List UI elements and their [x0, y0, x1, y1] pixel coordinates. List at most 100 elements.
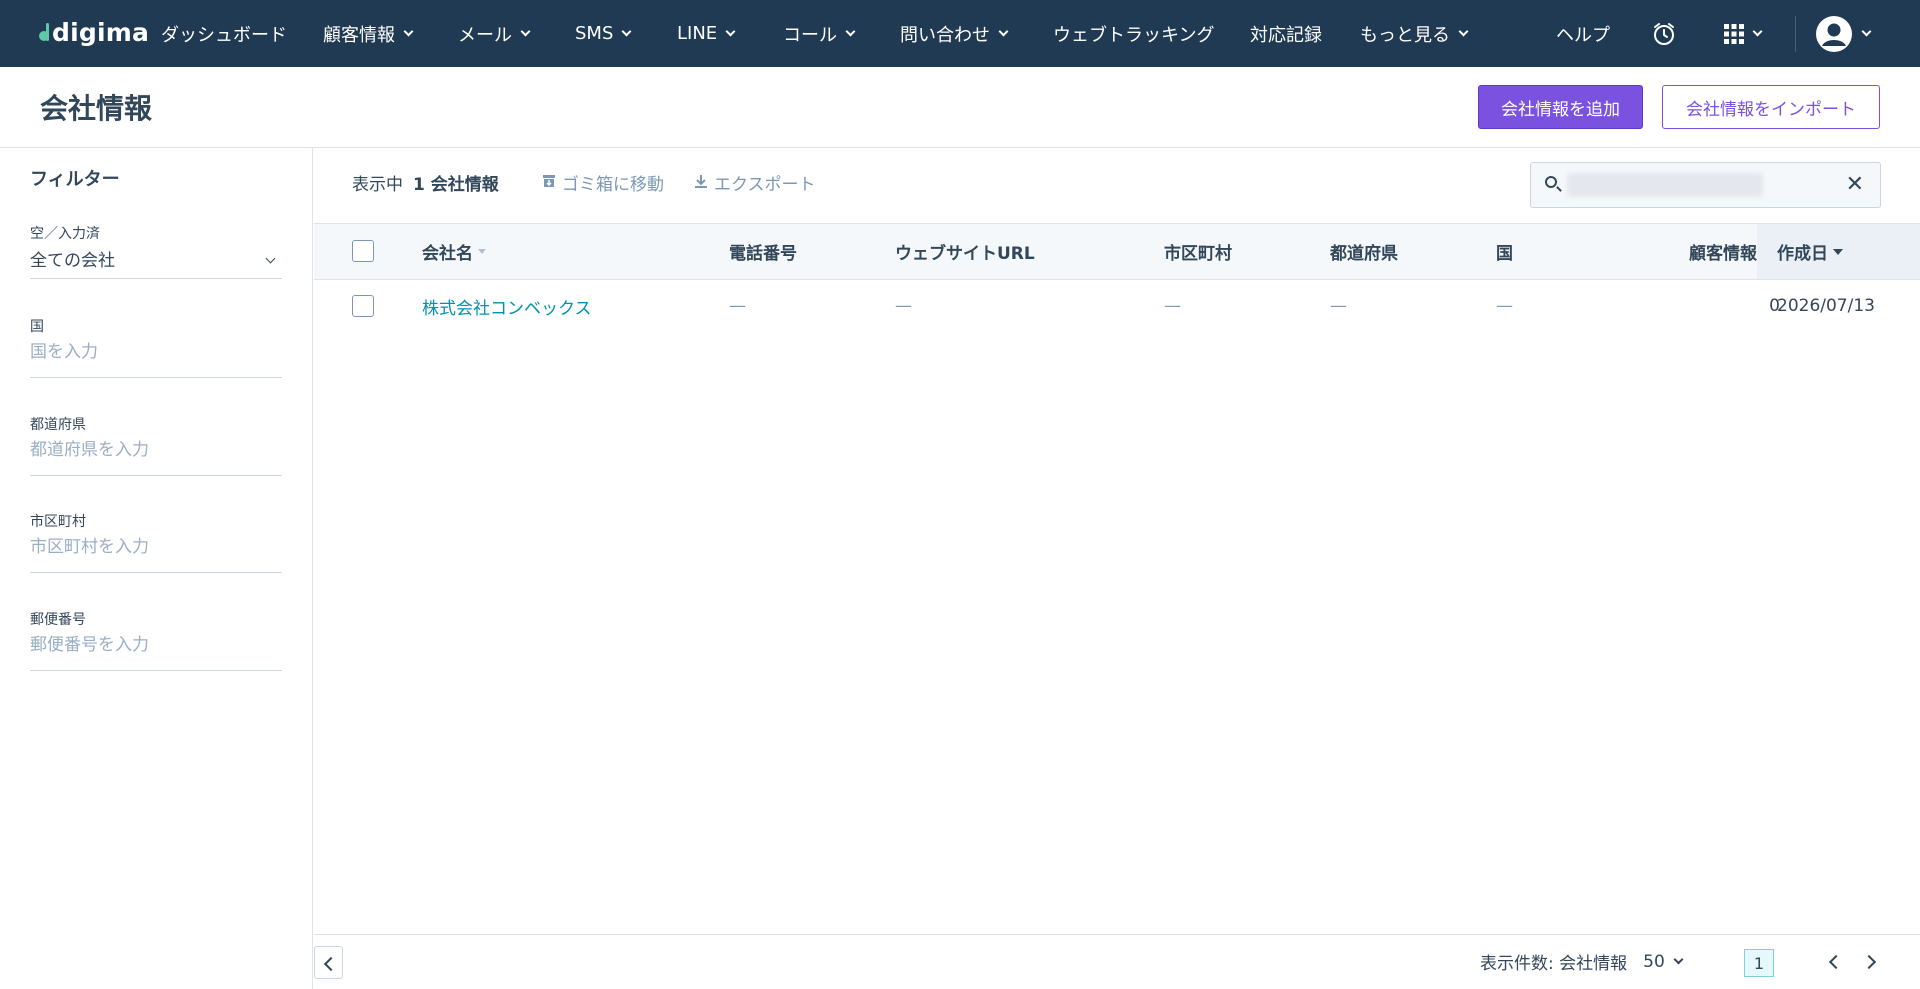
nav-item-activity-log[interactable]: 対応記録 — [1250, 0, 1322, 67]
showing-label: 表示中 — [352, 175, 403, 195]
select-all-checkbox[interactable] — [352, 240, 374, 262]
logo-mark-icon — [38, 23, 50, 41]
filter-title: フィルター — [30, 169, 120, 190]
filter-prefecture: 都道府県 — [30, 414, 282, 476]
filter-value: 全ての会社 — [30, 251, 115, 271]
move-to-trash-button[interactable]: ゴミ箱に移動 — [542, 170, 664, 195]
chevron-down-icon — [845, 26, 856, 36]
record-count: 表示中 1 会社情報 — [352, 170, 499, 195]
prefecture-input[interactable] — [30, 440, 282, 460]
download-icon — [694, 174, 708, 192]
table-footer: 表示件数: 会社情報 50 1 — [314, 934, 1920, 989]
search-input-text[interactable] — [1567, 173, 1763, 197]
user-avatar-icon[interactable] — [1815, 0, 1872, 67]
row-checkbox[interactable] — [352, 295, 374, 317]
table-toolbar: 表示中 1 会社情報 ゴミ箱に移動 エクスポート ✕ — [314, 148, 1920, 223]
per-page-selector: 表示件数: 会社情報 50 — [1480, 949, 1684, 974]
nav-label: 対応記録 — [1250, 24, 1322, 46]
filter-postal-code: 郵便番号 — [30, 609, 282, 671]
column-city[interactable]: 市区町村 — [1164, 224, 1232, 279]
logo-text: digima — [52, 17, 150, 47]
chevron-down-icon — [1861, 26, 1872, 36]
page-title: 会社情報 — [40, 92, 153, 125]
page-number-current[interactable]: 1 — [1744, 949, 1774, 977]
chevron-left-icon[interactable] — [1828, 954, 1844, 970]
nav-label: ヘルプ — [1556, 24, 1610, 46]
per-page-dropdown[interactable]: 50 — [1643, 952, 1684, 972]
nav-divider — [1795, 16, 1796, 52]
chevron-down-icon — [1752, 26, 1763, 36]
cell-city: — — [1164, 296, 1181, 316]
search-field[interactable]: ✕ — [1530, 162, 1881, 208]
nav-item-line[interactable]: LINE — [677, 0, 736, 67]
export-button[interactable]: エクスポート — [694, 170, 816, 195]
column-created-date[interactable]: 作成日 — [1757, 224, 1920, 279]
search-icon — [1545, 176, 1557, 188]
column-label: 都道府県 — [1330, 244, 1398, 264]
column-contact-count[interactable]: 顧客情報数 — [1644, 224, 1774, 279]
clear-search-icon[interactable]: ✕ — [1846, 172, 1864, 197]
nav-item-mail[interactable]: メール — [458, 0, 531, 67]
nav-label: メール — [458, 24, 512, 46]
filter-label: 市区町村 — [30, 514, 86, 530]
per-page-label: 表示件数: 会社情報 — [1480, 954, 1628, 974]
column-phone[interactable]: 電話番号 — [729, 224, 797, 279]
chevron-down-icon — [998, 26, 1009, 36]
chevron-down-icon — [520, 26, 531, 36]
cell-created-date: 2026/07/13 — [1777, 296, 1875, 316]
nav-label: 問い合わせ — [900, 24, 990, 46]
export-label: エクスポート — [714, 175, 816, 195]
cell-website: — — [895, 296, 912, 316]
filter-label: 国 — [30, 319, 44, 335]
filter-city: 市区町村 — [30, 511, 282, 573]
nav-label: SMS — [575, 23, 614, 44]
nav-item-dashboard[interactable]: ダッシュボード — [161, 0, 287, 67]
trash-icon — [542, 174, 556, 192]
column-prefecture[interactable]: 都道府県 — [1330, 224, 1398, 279]
nav-label: 顧客情報 — [323, 24, 395, 46]
chevron-down-icon — [1673, 954, 1684, 964]
nav-item-more[interactable]: もっと見る — [1360, 0, 1469, 67]
column-website[interactable]: ウェブサイトURL — [895, 224, 1035, 279]
count-value: 1 会社情報 — [413, 175, 499, 195]
apps-grid-icon[interactable] — [1724, 0, 1763, 67]
add-company-button[interactable]: 会社情報を追加 — [1478, 85, 1643, 129]
filter-country: 国 — [30, 316, 282, 378]
nav-label: ダッシュボード — [161, 24, 287, 46]
sort-desc-icon — [1833, 248, 1843, 255]
cell-phone: — — [729, 296, 746, 316]
import-companies-button[interactable]: 会社情報をインポート — [1662, 85, 1880, 129]
digima-logo[interactable]: digima — [38, 16, 149, 48]
nav-label: ウェブトラッキング — [1053, 24, 1215, 46]
alarm-clock-icon[interactable] — [1651, 0, 1677, 67]
column-country[interactable]: 国 — [1496, 224, 1513, 279]
nav-item-sms[interactable]: SMS — [575, 0, 632, 67]
table-header: 会社名 電話番号 ウェブサイトURL 市区町村 都道府県 国 顧客情報数 作成日 — [314, 223, 1920, 280]
filter-empty-filled-select[interactable]: 空／入力済 全ての会社 — [30, 223, 282, 279]
column-label: 会社名 — [422, 244, 473, 264]
filter-sidebar: フィルター 空／入力済 全ての会社 国 都道府県 市区町村 郵便番号 — [0, 148, 313, 989]
nav-item-inquiries[interactable]: 問い合わせ — [900, 0, 1009, 67]
page-header: 会社情報 会社情報を追加 会社情報をインポート — [0, 67, 1920, 148]
chevron-down-icon — [725, 26, 736, 36]
cell-contact-count: 0 — [1769, 296, 1780, 316]
cell-country: — — [1496, 296, 1513, 316]
company-name-link[interactable]: 株式会社コンベックス — [422, 280, 592, 332]
filter-label: 郵便番号 — [30, 612, 86, 628]
column-company-name[interactable]: 会社名 — [422, 224, 486, 279]
nav-help-link[interactable]: ヘルプ — [1556, 0, 1610, 67]
column-label: ウェブサイトURL — [895, 244, 1035, 264]
nav-item-customers[interactable]: 顧客情報 — [323, 0, 414, 67]
nav-item-call[interactable]: コール — [783, 0, 856, 67]
country-input[interactable] — [30, 342, 282, 362]
nav-label: もっと見る — [1360, 24, 1450, 46]
collapse-sidebar-button[interactable] — [314, 946, 343, 979]
chevron-down-icon — [403, 26, 414, 36]
cell-prefecture: — — [1330, 296, 1347, 316]
chevron-down-icon — [1458, 26, 1469, 36]
nav-item-web-tracking[interactable]: ウェブトラッキング — [1053, 0, 1214, 67]
chevron-right-icon[interactable] — [1861, 954, 1877, 970]
city-input[interactable] — [30, 537, 282, 557]
postal-code-input[interactable] — [30, 635, 282, 655]
top-navigation: digima ダッシュボード 顧客情報 メール SMS LINE コール 問い合… — [0, 0, 1920, 67]
